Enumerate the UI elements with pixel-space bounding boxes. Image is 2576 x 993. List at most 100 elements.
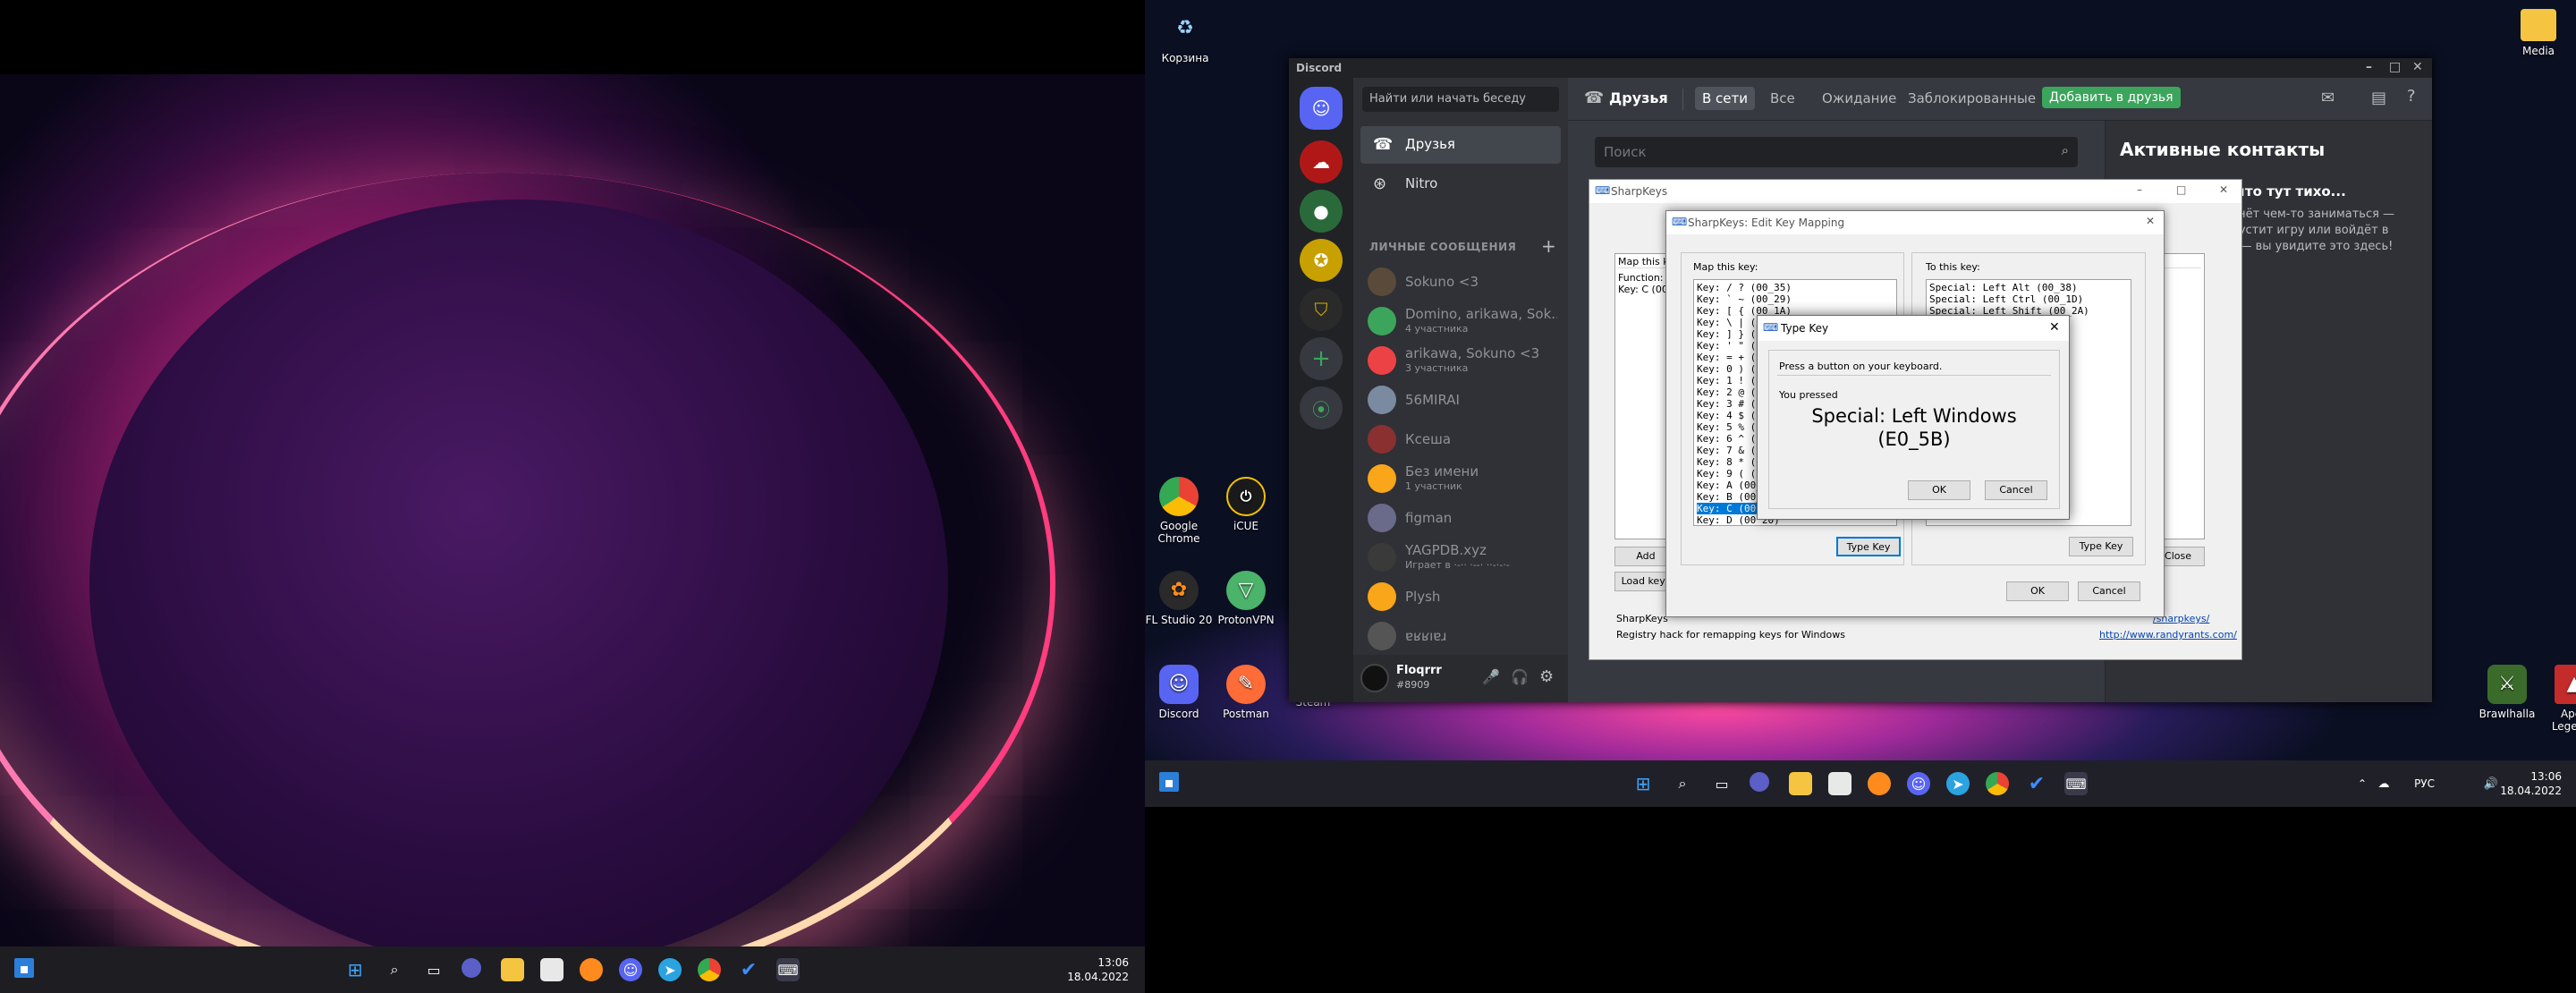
desktop-icon-brawlhalla[interactable]: ⚔ Brawlhalla bbox=[2471, 665, 2543, 720]
desktop-icon-protonvpn[interactable]: ▽ ProtonVPN bbox=[1210, 571, 1282, 626]
server-emblem[interactable]: ✪ bbox=[1300, 239, 1343, 282]
dm-list-item[interactable]: arikawa, Sokuno <3 3 участника bbox=[1360, 341, 1561, 380]
chrome-taskbar-icon[interactable] bbox=[698, 958, 721, 981]
todo-icon[interactable]: ✔ bbox=[737, 958, 760, 981]
from-key-item[interactable]: Key: ` ~ (00_29) bbox=[1697, 293, 1894, 305]
desktop-icon-postman[interactable]: ✎ Postman bbox=[1210, 665, 1282, 720]
dm-list-item[interactable]: YAGPDB.xyz Играет в ·-·· ·--· ··-·-·- bbox=[1360, 538, 1561, 577]
show-desktop-icon[interactable]: ▪ bbox=[14, 958, 34, 978]
sharpkeys-taskbar-icon[interactable]: ⌨ bbox=[776, 958, 800, 981]
desktop-icon-fl-studio[interactable]: ✿ FL Studio 20 bbox=[1145, 571, 1215, 626]
clock-left[interactable]: 13:06 18.04.2022 bbox=[1055, 955, 1129, 984]
to-key-item[interactable]: Special: Left Alt (00_38) bbox=[1929, 282, 2128, 293]
add-server-icon[interactable]: + bbox=[1300, 337, 1343, 380]
desktop-icon-chrome[interactable]: Google Chrome bbox=[1145, 477, 1215, 545]
nav-nitro-label: Nitro bbox=[1405, 175, 1438, 191]
discord-taskbar-icon[interactable]: ☺ bbox=[1907, 772, 1930, 795]
dm-list-item[interactable]: 56MIRAI bbox=[1360, 380, 1561, 420]
search-icon[interactable]: ⌕ bbox=[383, 958, 406, 981]
server-akatsuki[interactable]: ☁ bbox=[1300, 140, 1343, 183]
add-friend-button[interactable]: Добавить в друзья bbox=[2042, 87, 2181, 108]
tray-language[interactable]: РУС bbox=[2399, 777, 2435, 791]
file-explorer-icon[interactable] bbox=[1789, 772, 1812, 795]
friend-search-input[interactable]: Поиск ⌕ bbox=[1595, 137, 2078, 167]
server-planet[interactable]: ● bbox=[1300, 190, 1343, 233]
dm-list-item[interactable]: ɐʁʁıɐɹ bbox=[1360, 616, 1561, 656]
telegram-icon[interactable]: ➤ bbox=[658, 958, 682, 981]
maximize-icon[interactable]: □ bbox=[2176, 183, 2186, 196]
firefox-icon[interactable] bbox=[580, 958, 603, 981]
dm-list-item[interactable]: Domino, arikawa, Sok... 4 участника bbox=[1360, 301, 1561, 341]
close-icon[interactable]: ✕ bbox=[2146, 215, 2155, 227]
minimize-icon[interactable]: – bbox=[2137, 183, 2142, 196]
tray-cloud-icon[interactable]: ☁ bbox=[2372, 772, 2395, 795]
to-type-key-button[interactable]: Type Key bbox=[2069, 537, 2133, 556]
nav-friends[interactable]: ☎ Друзья bbox=[1360, 126, 1561, 164]
show-desktop-icon[interactable]: ▪ bbox=[1159, 772, 1179, 792]
dm-list-item[interactable]: Plysh bbox=[1360, 577, 1561, 616]
start-icon[interactable]: ⊞ bbox=[343, 958, 367, 981]
desktop-icon-icue[interactable]: ⏻ iCUE bbox=[1210, 477, 1282, 532]
type-key-ok-button[interactable]: OK bbox=[1908, 480, 1970, 500]
chat-icon[interactable] bbox=[1750, 772, 1769, 792]
type-key-cancel-button[interactable]: Cancel bbox=[1985, 480, 2047, 500]
store-icon[interactable] bbox=[1828, 772, 1852, 795]
server-shield[interactable]: ⛉ bbox=[1300, 288, 1343, 331]
task-view-icon[interactable]: ▭ bbox=[1710, 772, 1733, 795]
mute-icon[interactable]: 🎤 bbox=[1482, 668, 1500, 685]
file-explorer-icon[interactable] bbox=[501, 958, 524, 981]
desktop-icon-apex[interactable]: ▲ Apex Legends bbox=[2538, 665, 2576, 733]
inbox-icon[interactable]: ▤ bbox=[2371, 89, 2386, 107]
store-icon[interactable] bbox=[540, 958, 564, 981]
close-icon[interactable]: ✕ bbox=[2049, 320, 2060, 335]
sharpkeys-titlebar: ⌨ SharpKeys – □ ✕ bbox=[1589, 180, 2241, 203]
avatar[interactable] bbox=[1360, 664, 1389, 692]
cancel-button[interactable]: Cancel bbox=[2078, 581, 2140, 601]
desktop-icon-media[interactable]: Media bbox=[2503, 9, 2574, 57]
todo-icon[interactable]: ✔ bbox=[2025, 772, 2048, 795]
taskbar-left: ▪ ⊞ ⌕ ▭ ☺ ➤ ✔ ⌨ 13:06 18.04.2022 bbox=[0, 946, 1145, 993]
telegram-icon[interactable]: ➤ bbox=[1946, 772, 1970, 795]
tray-chevron-icon[interactable]: ⌃ bbox=[2351, 772, 2374, 795]
desktop-icon-recycle-bin[interactable]: ♻ Корзина bbox=[1149, 9, 1221, 65]
explore-servers-icon[interactable]: ⦿ bbox=[1300, 386, 1343, 429]
edit-mapping-titlebar: ⌨ SharpKeys: Edit Key Mapping ✕ bbox=[1666, 211, 2164, 234]
dm-list-item[interactable]: figman bbox=[1360, 498, 1561, 538]
tab-blocked[interactable]: Заблокированные bbox=[1901, 87, 2043, 110]
nav-nitro[interactable]: ⊛ Nitro bbox=[1360, 166, 1561, 203]
create-dm-icon[interactable]: + bbox=[1541, 235, 1556, 257]
tab-online[interactable]: В сети bbox=[1695, 87, 1756, 110]
from-key-item[interactable]: Key: / ? (00_35) bbox=[1697, 282, 1894, 293]
headset-icon[interactable]: 🎧 bbox=[1511, 668, 1529, 685]
desktop-icon-discord[interactable]: ☺ Discord bbox=[1145, 665, 1215, 720]
task-view-icon[interactable]: ▭ bbox=[422, 958, 445, 981]
home-button[interactable]: ☺ bbox=[1300, 87, 1343, 130]
discord-taskbar-icon[interactable]: ☺ bbox=[619, 958, 642, 981]
to-key-item[interactable]: Special: Left Ctrl (00_1D) bbox=[1929, 293, 2128, 305]
dm-list-item[interactable]: Без имени 1 участник bbox=[1360, 459, 1561, 498]
ok-button[interactable]: OK bbox=[2006, 581, 2069, 601]
author-link[interactable]: http://www.randyrants.com/ bbox=[2099, 629, 2237, 641]
dm-search-input[interactable]: Найти или начать беседу bbox=[1362, 87, 1559, 112]
tab-all[interactable]: Все bbox=[1763, 87, 1802, 110]
dm-list-item[interactable]: Sokuno <3 bbox=[1360, 262, 1561, 301]
from-type-key-button[interactable]: Type Key bbox=[1836, 537, 1901, 556]
tab-pending[interactable]: Ожидание bbox=[1815, 87, 1903, 110]
help-icon[interactable]: ? bbox=[2407, 87, 2416, 106]
search-icon[interactable]: ⌕ bbox=[1671, 772, 1694, 795]
user-name: Floqrrr bbox=[1396, 664, 1442, 677]
close-icon[interactable]: ✕ bbox=[2412, 60, 2423, 74]
sharpkeys-taskbar-icon[interactable]: ⌨ bbox=[2064, 772, 2088, 795]
start-icon[interactable]: ⊞ bbox=[1631, 772, 1655, 795]
clock-right[interactable]: 13:06 18.04.2022 bbox=[2487, 769, 2562, 798]
maximize-icon[interactable]: □ bbox=[2389, 60, 2401, 74]
chat-icon[interactable] bbox=[462, 958, 481, 978]
dm-list-item[interactable]: Ксеша bbox=[1360, 420, 1561, 459]
minimize-icon[interactable]: – bbox=[2366, 60, 2372, 74]
dm-subtitle: 1 участник bbox=[1405, 480, 1462, 492]
firefox-icon[interactable] bbox=[1868, 772, 1891, 795]
settings-gear-icon[interactable]: ⚙ bbox=[1539, 667, 1554, 686]
new-group-dm-icon[interactable]: ✉ bbox=[2321, 89, 2334, 107]
close-icon[interactable]: ✕ bbox=[2219, 183, 2228, 196]
chrome-taskbar-icon[interactable] bbox=[1986, 772, 2009, 795]
